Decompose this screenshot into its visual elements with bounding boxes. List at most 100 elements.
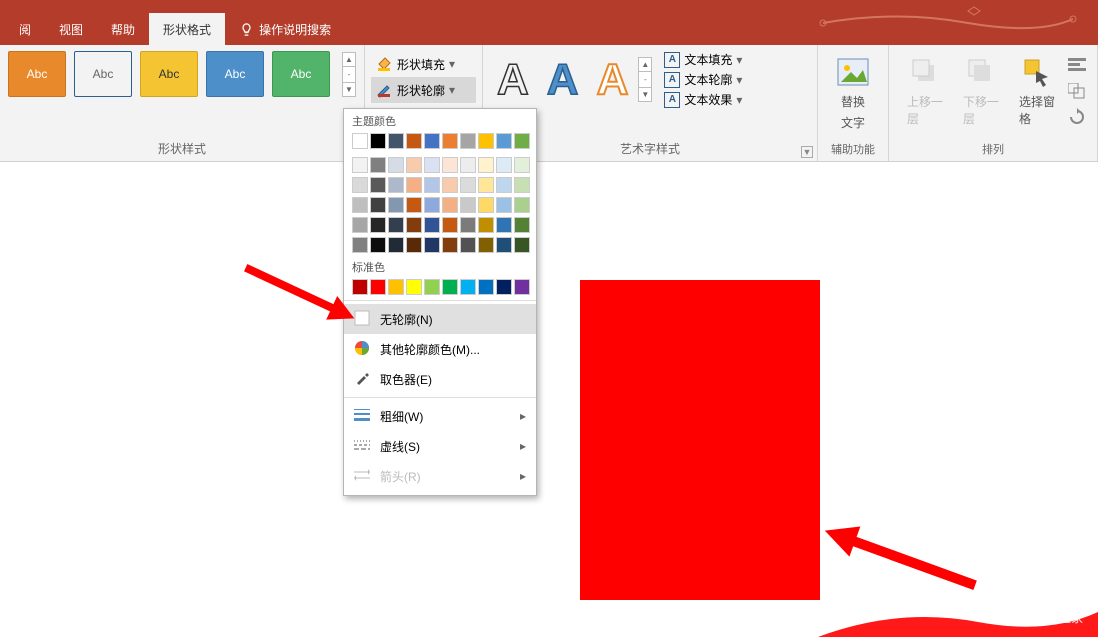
- color-swatch[interactable]: [478, 133, 494, 149]
- color-swatch[interactable]: [352, 157, 368, 173]
- color-swatch[interactable]: [406, 133, 422, 149]
- selection-pane-button[interactable]: 选择窗格: [1009, 51, 1065, 131]
- color-swatch[interactable]: [496, 237, 512, 253]
- spin-down-icon[interactable]: ▼: [638, 87, 652, 102]
- color-swatch[interactable]: [370, 157, 386, 173]
- color-swatch[interactable]: [388, 177, 404, 193]
- spin-mid-icon[interactable]: -: [342, 67, 356, 82]
- color-swatch[interactable]: [388, 157, 404, 173]
- gallery-spinner[interactable]: ▲-▼: [638, 57, 652, 102]
- shape-outline-button[interactable]: 形状轮廓▾: [371, 77, 476, 103]
- color-swatch[interactable]: [370, 279, 386, 295]
- color-swatch[interactable]: [388, 237, 404, 253]
- color-swatch[interactable]: [478, 197, 494, 213]
- color-swatch[interactable]: [460, 237, 476, 253]
- color-swatch[interactable]: [514, 237, 530, 253]
- color-swatch[interactable]: [388, 217, 404, 233]
- style-thumb[interactable]: Abc: [140, 51, 198, 97]
- color-swatch[interactable]: [514, 133, 530, 149]
- color-swatch[interactable]: [370, 197, 386, 213]
- spin-down-icon[interactable]: ▼: [342, 82, 356, 97]
- style-thumb[interactable]: Abc: [74, 51, 132, 97]
- color-swatch[interactable]: [406, 237, 422, 253]
- color-swatch[interactable]: [460, 217, 476, 233]
- color-swatch[interactable]: [478, 217, 494, 233]
- no-outline-item[interactable]: 无轮廓(N): [344, 304, 536, 334]
- group-icon[interactable]: [1067, 81, 1087, 101]
- color-swatch[interactable]: [496, 197, 512, 213]
- color-swatch[interactable]: [352, 279, 368, 295]
- color-swatch[interactable]: [496, 279, 512, 295]
- spin-up-icon[interactable]: ▲: [342, 52, 356, 67]
- color-swatch[interactable]: [478, 177, 494, 193]
- color-swatch[interactable]: [460, 133, 476, 149]
- send-backward-button[interactable]: 下移一层: [953, 51, 1009, 131]
- color-swatch[interactable]: [406, 177, 422, 193]
- color-swatch[interactable]: [442, 237, 458, 253]
- color-swatch[interactable]: [370, 133, 386, 149]
- color-swatch[interactable]: [388, 197, 404, 213]
- color-swatch[interactable]: [442, 217, 458, 233]
- wordart-style[interactable]: A: [597, 55, 629, 105]
- wordart-style[interactable]: A: [547, 55, 579, 105]
- tab-tell-me[interactable]: 操作说明搜索: [225, 13, 345, 45]
- color-swatch[interactable]: [406, 279, 422, 295]
- text-fill-button[interactable]: A文本填充▾: [660, 51, 746, 68]
- color-swatch[interactable]: [496, 217, 512, 233]
- shape-styles-gallery[interactable]: Abc Abc Abc Abc Abc ▲-▼: [8, 51, 356, 97]
- color-swatch[interactable]: [406, 157, 422, 173]
- weight-item[interactable]: 粗细(W)▸: [344, 401, 536, 431]
- color-swatch[interactable]: [424, 217, 440, 233]
- color-swatch[interactable]: [478, 279, 494, 295]
- color-swatch[interactable]: [370, 177, 386, 193]
- align-icon[interactable]: [1067, 55, 1087, 75]
- color-swatch[interactable]: [424, 237, 440, 253]
- color-swatch[interactable]: [352, 177, 368, 193]
- rotate-icon[interactable]: [1067, 107, 1087, 127]
- color-swatch[interactable]: [424, 157, 440, 173]
- eyedropper-item[interactable]: 取色器(E): [344, 364, 536, 394]
- text-outline-button[interactable]: A文本轮廓▾: [660, 71, 746, 88]
- color-swatch[interactable]: [442, 133, 458, 149]
- color-swatch[interactable]: [424, 279, 440, 295]
- color-swatch[interactable]: [460, 197, 476, 213]
- tab-view[interactable]: 视图: [45, 13, 97, 45]
- color-swatch[interactable]: [352, 197, 368, 213]
- color-swatch[interactable]: [370, 217, 386, 233]
- style-thumb[interactable]: Abc: [8, 51, 66, 97]
- color-swatch[interactable]: [388, 133, 404, 149]
- color-swatch[interactable]: [478, 157, 494, 173]
- color-swatch[interactable]: [406, 197, 422, 213]
- color-swatch[interactable]: [352, 133, 368, 149]
- color-swatch[interactable]: [370, 237, 386, 253]
- text-effects-button[interactable]: A文本效果▾: [660, 91, 746, 108]
- style-thumb[interactable]: Abc: [272, 51, 330, 97]
- color-swatch[interactable]: [442, 279, 458, 295]
- style-thumb[interactable]: Abc: [206, 51, 264, 97]
- color-swatch[interactable]: [496, 177, 512, 193]
- color-swatch[interactable]: [514, 197, 530, 213]
- color-swatch[interactable]: [424, 133, 440, 149]
- shape-fill-button[interactable]: 形状填充▾: [371, 51, 476, 77]
- bring-forward-button[interactable]: 上移一层: [897, 51, 953, 131]
- color-swatch[interactable]: [424, 177, 440, 193]
- color-swatch[interactable]: [352, 217, 368, 233]
- color-swatch[interactable]: [514, 217, 530, 233]
- dialog-launcher-icon[interactable]: ▼: [801, 146, 813, 158]
- spin-up-icon[interactable]: ▲: [638, 57, 652, 72]
- red-rectangle-shape[interactable]: [580, 280, 820, 600]
- tab-review[interactable]: 阅: [5, 13, 45, 45]
- alt-text-button[interactable]: 替换文字: [826, 51, 880, 135]
- wordart-gallery[interactable]: A A A: [491, 53, 634, 107]
- color-swatch[interactable]: [460, 157, 476, 173]
- color-swatch[interactable]: [424, 197, 440, 213]
- color-swatch[interactable]: [442, 157, 458, 173]
- color-swatch[interactable]: [460, 279, 476, 295]
- color-swatch[interactable]: [514, 279, 530, 295]
- color-swatch[interactable]: [442, 197, 458, 213]
- tab-help[interactable]: 帮助: [97, 13, 149, 45]
- wordart-style[interactable]: A: [497, 55, 529, 105]
- dashes-item[interactable]: 虚线(S)▸: [344, 431, 536, 461]
- color-swatch[interactable]: [514, 177, 530, 193]
- color-swatch[interactable]: [388, 279, 404, 295]
